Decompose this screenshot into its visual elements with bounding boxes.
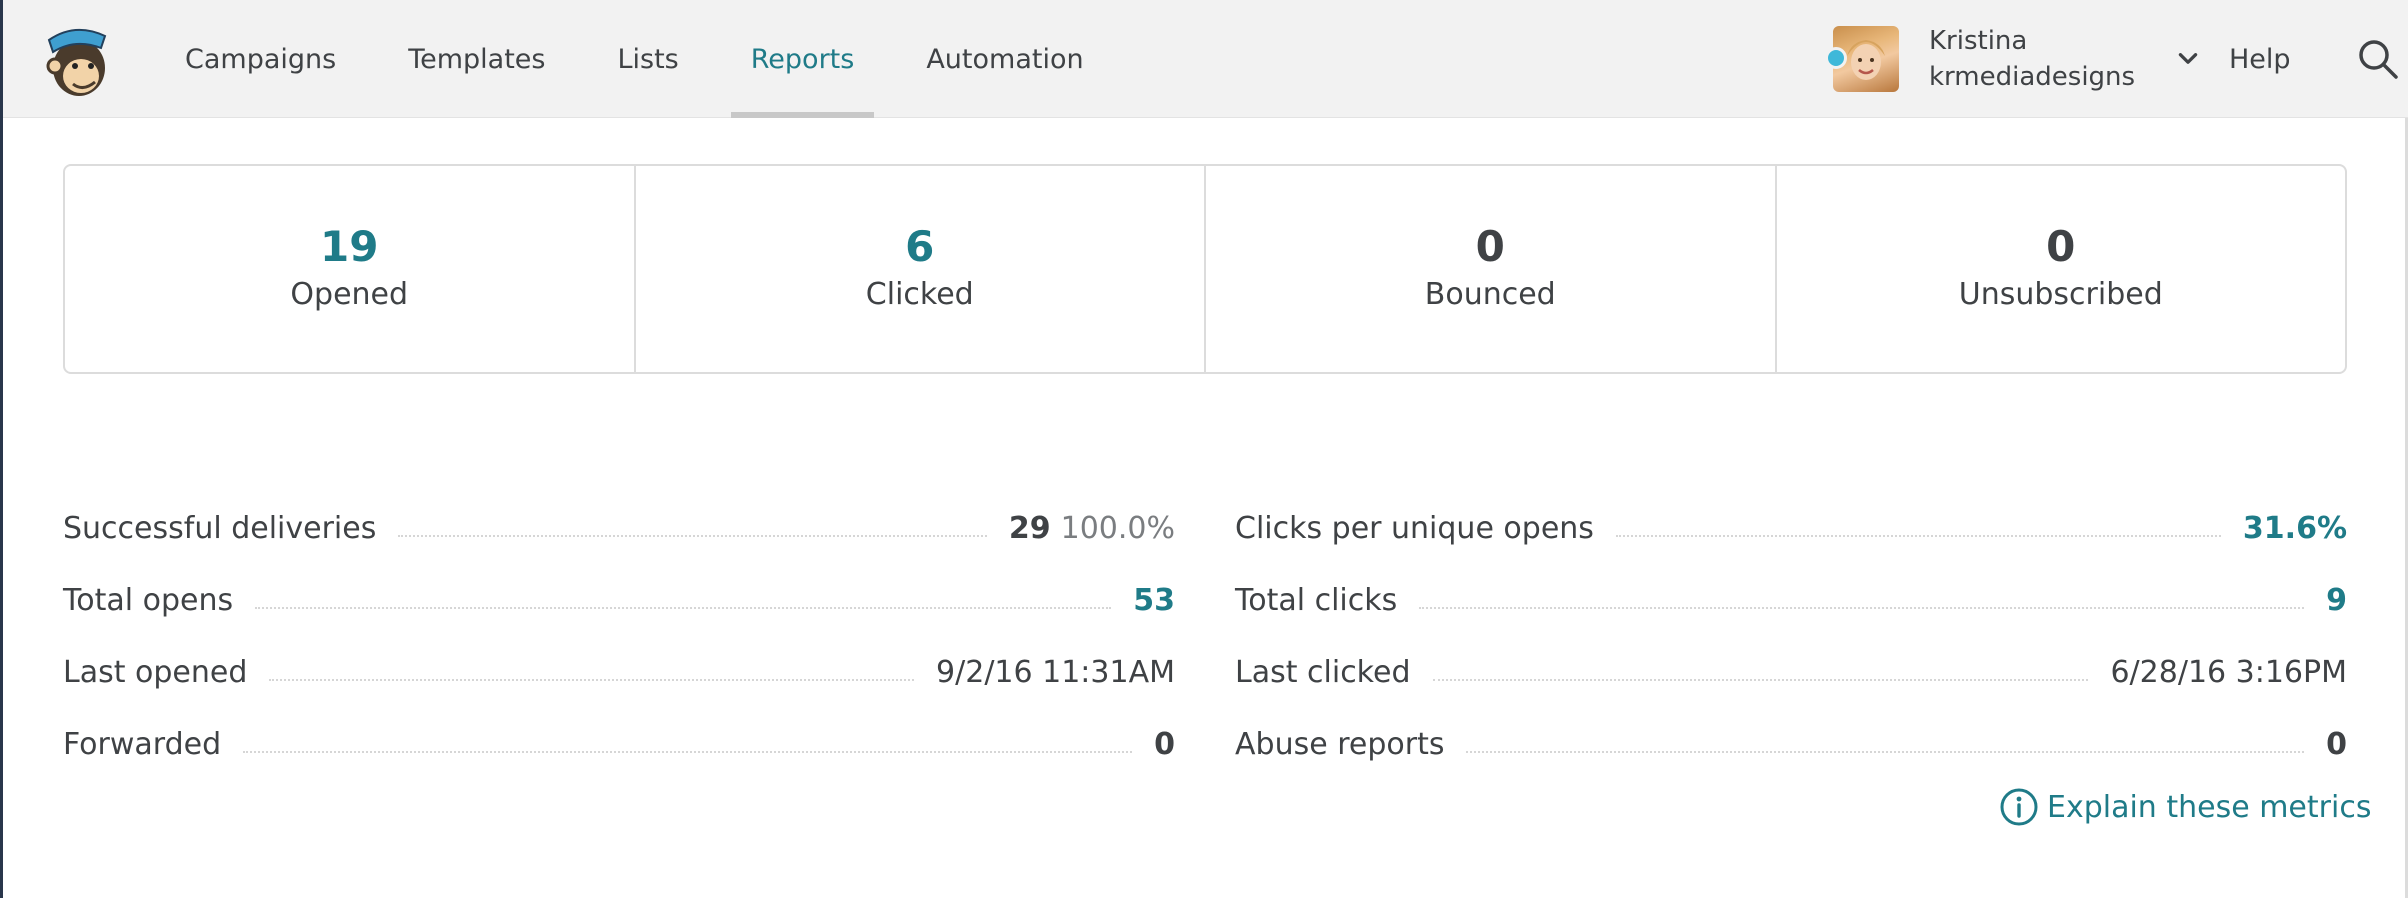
- metric-label: Total clicks: [1235, 582, 1398, 618]
- stat-unsubscribed: 0 Unsubscribed: [1777, 166, 2346, 372]
- metric-label: Last clicked: [1235, 654, 1411, 690]
- metric-value-link[interactable]: 9: [2326, 583, 2347, 618]
- metric-value-link[interactable]: 53: [1133, 583, 1175, 618]
- stat-value: 19: [320, 222, 379, 271]
- metrics-left: Successful deliveries 29 100.0% Total ope…: [63, 492, 1175, 780]
- stat-opened[interactable]: 19 Opened: [65, 166, 636, 372]
- metric-label: Forwarded: [63, 726, 222, 762]
- dotted-leader: [1419, 607, 2305, 609]
- metric-value: 0: [1154, 726, 1175, 762]
- main-nav: Campaigns Templates Lists Reports Automa…: [153, 0, 1124, 118]
- metric-row-total-clicks: Total clicks 9: [1235, 564, 2347, 636]
- summary-stats: 19 Opened 6 Clicked 0 Bounced 0 Unsubscr…: [63, 164, 2347, 374]
- dotted-leader: [1466, 751, 2305, 753]
- stat-clicked[interactable]: 6 Clicked: [636, 166, 1206, 372]
- stat-bounced: 0 Bounced: [1206, 166, 1777, 372]
- account-name: Kristina: [1929, 26, 2028, 56]
- account-menu[interactable]: Kristina krmediadesigns: [1825, 0, 2201, 118]
- stat-label: Clicked: [865, 277, 974, 312]
- chevron-down-icon[interactable]: [2175, 46, 2201, 72]
- metric-value-link[interactable]: 31.6%: [2243, 511, 2347, 546]
- app-window: Campaigns Templates Lists Reports Automa…: [0, 0, 2408, 898]
- metric-percent: 100.0%: [1060, 510, 1175, 546]
- explain-metrics-link[interactable]: Explain these metrics: [1999, 780, 2371, 834]
- metric-row-successful-deliveries: Successful deliveries 29 100.0%: [63, 492, 1175, 564]
- stat-label: Bounced: [1424, 277, 1556, 312]
- account-text: Kristina krmediadesigns: [1929, 23, 2135, 95]
- metric-label: Last opened: [63, 654, 248, 690]
- stat-value: 6: [905, 222, 935, 271]
- dotted-leader: [243, 751, 1133, 753]
- stat-label: Opened: [290, 277, 409, 312]
- info-icon: [2000, 788, 2038, 826]
- nav-lists[interactable]: Lists: [585, 0, 710, 118]
- dotted-leader: [255, 607, 1112, 609]
- metric-row-clicks-per-unique-opens: Clicks per unique opens 31.6%: [1235, 492, 2347, 564]
- metrics-right: Clicks per unique opens 31.6% Total clic…: [1235, 492, 2347, 780]
- search-icon[interactable]: [2357, 38, 2399, 80]
- metric-value: 6/28/16 3:16PM: [2110, 654, 2347, 690]
- metric-count: 29: [1008, 510, 1051, 546]
- metric-row-total-opens: Total opens 53: [63, 564, 1175, 636]
- metric-label: Total opens: [63, 582, 234, 618]
- help-link[interactable]: Help: [2229, 0, 2291, 118]
- nav-campaigns[interactable]: Campaigns: [153, 0, 368, 118]
- freddie-logo-icon[interactable]: [35, 18, 119, 102]
- metric-row-last-opened: Last opened 9/2/16 11:31AM: [63, 636, 1175, 708]
- dotted-leader: [398, 535, 987, 537]
- metric-label: Clicks per unique opens: [1235, 510, 1594, 546]
- metric-row-last-clicked: Last clicked 6/28/16 3:16PM: [1235, 636, 2347, 708]
- nav-templates[interactable]: Templates: [376, 0, 577, 118]
- metric-row-forwarded: Forwarded 0: [63, 708, 1175, 780]
- metric-value: 29 100.0%: [1009, 511, 1175, 546]
- dotted-leader: [1432, 679, 2089, 681]
- metric-value: 0: [2326, 726, 2347, 762]
- dotted-leader: [269, 679, 915, 681]
- explain-metrics-label: Explain these metrics: [2047, 789, 2372, 825]
- online-status-dot: [1825, 47, 1847, 69]
- top-navigation-bar: Campaigns Templates Lists Reports Automa…: [3, 0, 2408, 118]
- nav-reports[interactable]: Reports: [719, 0, 887, 118]
- stat-value: 0: [1475, 222, 1505, 271]
- metric-value: 9/2/16 11:31AM: [936, 654, 1175, 690]
- metric-row-abuse-reports: Abuse reports 0: [1235, 708, 2347, 780]
- metric-label: Abuse reports: [1235, 726, 1445, 762]
- account-org: krmediadesigns: [1929, 62, 2136, 92]
- stat-value: 0: [2046, 222, 2076, 271]
- nav-automation[interactable]: Automation: [894, 0, 1115, 118]
- dotted-leader: [1615, 535, 2221, 537]
- avatar-container: [1825, 26, 1899, 92]
- stat-label: Unsubscribed: [1958, 277, 2163, 312]
- metric-label: Successful deliveries: [63, 510, 377, 546]
